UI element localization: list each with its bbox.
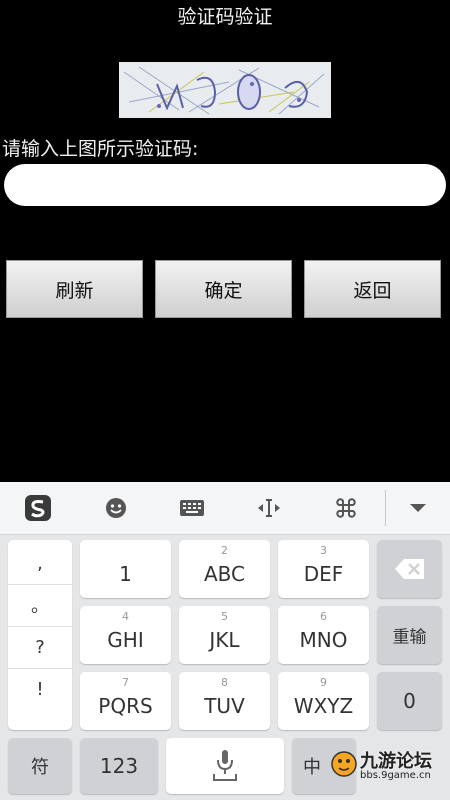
key-2-abc[interactable]: 2 ABC [179,540,270,598]
reenter-key[interactable]: 重输 [377,606,442,664]
backspace-icon [395,559,424,579]
key-5-label: JKL [209,628,240,652]
key-8-label: TUV [204,694,245,718]
punctuation-column: , 。 ? ! [8,540,72,730]
key-6-label: MNO [299,628,348,652]
key-5-sub: 5 [221,610,228,623]
watermark-site: bbs.9game.cn [360,770,431,781]
emoji-icon[interactable] [100,492,132,524]
key-9-wxyz[interactable]: 9 WXYZ [278,672,369,730]
captcha-graphic [119,62,331,118]
punct-question[interactable]: ? [8,626,72,669]
9game-watermark: 九游论坛 bbs.9game.cn [330,745,442,787]
key-0[interactable]: 0 [377,672,442,730]
cursor-move-icon[interactable] [253,492,285,524]
key-4-label: GHI [107,628,144,652]
captcha-input[interactable] [4,164,446,206]
captcha-prompt: 请输入上图所示验证码: [2,138,199,160]
key-4-sub: 4 [122,610,129,623]
9game-logo-icon [331,751,357,777]
key-4-ghi[interactable]: 4 GHI [80,606,171,664]
command-icon[interactable] [330,492,362,524]
page-title: 验证码验证 [177,6,273,28]
symbols-key[interactable]: 符 [8,738,72,794]
key-6-sub: 6 [320,610,327,623]
key-1-label: 1 [119,562,132,586]
key-3-sub: 3 [320,544,327,557]
refresh-button[interactable]: 刷新 [6,260,143,318]
key-9-label: WXYZ [293,694,354,718]
keyboard-toolbar [0,482,450,535]
numbers-key[interactable]: 123 [80,738,158,794]
key-8-tuv[interactable]: 8 TUV [179,672,270,730]
key-3-def[interactable]: 3 DEF [278,540,369,598]
chinese-mode-label: 中 [303,757,321,778]
key-6-mno[interactable]: 6 MNO [278,606,369,664]
confirm-button[interactable]: 确定 [155,260,292,318]
key-7-sub: 7 [122,676,129,689]
key-3-label: DEF [303,562,344,586]
back-button[interactable]: 返回 [304,260,441,318]
chevron-down-icon[interactable] [402,492,434,524]
key-5-jkl[interactable]: 5 JKL [179,606,270,664]
captcha-image[interactable] [119,62,331,118]
toolbar-divider [385,490,386,526]
sogou-logo-icon[interactable] [22,492,54,524]
key-9-sub: 9 [320,676,327,689]
microphone-icon [213,750,237,781]
punct-period[interactable]: 。 [8,584,72,627]
numbers-label: 123 [99,754,139,778]
punct-comma[interactable]: , [8,542,72,585]
key-2-label: ABC [203,562,245,586]
key-7-pqrs[interactable]: 7 PQRS [80,672,171,730]
key-7-label: PQRS [98,694,153,718]
symbols-label: 符 [31,757,49,778]
key-8-sub: 8 [221,676,228,689]
reenter-label: 重输 [392,627,427,648]
key-0-label: 0 [403,689,416,713]
punct-exclaim[interactable]: ! [8,668,72,710]
space-key[interactable] [166,738,284,794]
backspace-key[interactable] [377,540,442,598]
keyboard-layout-icon[interactable] [176,492,208,524]
key-1[interactable]: 1 [80,540,171,598]
key-2-sub: 2 [221,544,228,557]
